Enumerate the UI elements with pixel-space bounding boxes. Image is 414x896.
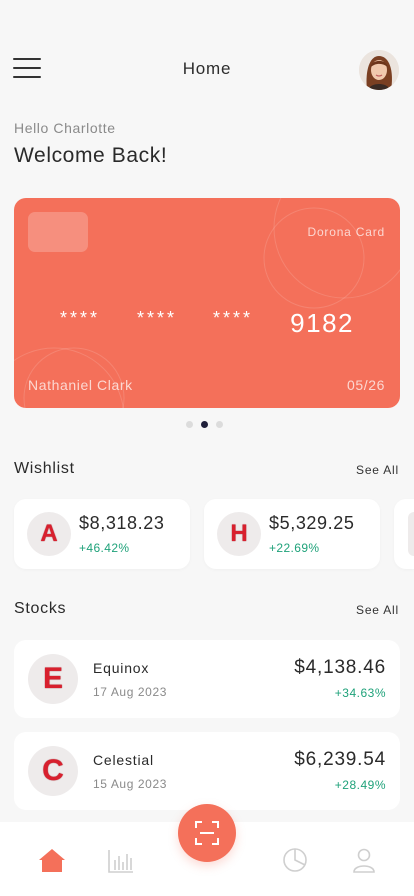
wishlist-see-all-link[interactable]: See All [356,463,399,477]
card-number-group: **** [60,308,101,328]
stock-change: +34.63% [334,686,386,700]
company-logo: C [28,746,78,796]
card-expiry: 05/26 [346,377,385,393]
carousel-dot-active[interactable] [201,421,208,428]
scan-icon [195,821,219,845]
bar-chart-icon[interactable] [107,846,135,874]
card-last-digits: 9182 [290,308,354,338]
wishlist-item[interactable]: H $5,329.25 +22.69% [204,499,380,569]
stock-name: Equinox [93,660,150,676]
stock-date: 17 Aug 2023 [93,685,168,699]
wishlist-price: $5,329.25 [269,513,355,533]
stock-row[interactable]: E Equinox 17 Aug 2023 $4,138.46 +34.63% [14,640,400,718]
wishlist-item-partial[interactable] [394,499,414,569]
top-bar: Home [0,46,414,92]
card-number-group: **** [137,308,178,328]
pie-chart-icon[interactable] [281,846,309,874]
stocks-see-all-link[interactable]: See All [356,603,399,617]
wishlist-change: +22.69% [269,541,320,555]
bank-card[interactable]: Dorona Card **** **** **** 9182 Nathanie… [14,198,400,408]
card-brand: Dorona Card [307,225,385,239]
stock-name: Celestial [93,752,154,768]
company-logo: A [27,512,71,556]
company-logo: H [217,512,261,556]
stock-date: 15 Aug 2023 [93,777,168,791]
stocks-title: Stocks [14,600,67,617]
carousel-dot[interactable] [186,421,193,428]
avatar[interactable] [359,50,399,90]
card-chip [28,212,88,252]
card-carousel-dots [186,421,223,428]
greeting-hello: Hello Charlotte [14,120,116,136]
home-icon[interactable] [38,846,66,874]
carousel-dot[interactable] [216,421,223,428]
wishlist-price: $8,318.23 [79,513,165,533]
wishlist-item[interactable]: A $8,318.23 +46.42% [14,499,190,569]
stock-change: +28.49% [334,778,386,792]
stock-row[interactable]: C Celestial 15 Aug 2023 $6,239.54 +28.49… [14,732,400,810]
page-title: Home [182,59,232,78]
card-number-group: **** [213,308,254,328]
greeting-welcome: Welcome Back! [14,144,168,167]
profile-icon[interactable] [350,846,378,874]
scan-button[interactable] [178,804,236,862]
card-holder-name: Nathaniel Clark [28,377,133,393]
company-logo-partial [408,512,414,556]
stock-price: $4,138.46 [294,657,386,678]
company-logo: E [28,654,78,704]
wishlist-change: +46.42% [79,541,130,555]
wishlist-title: Wishlist [14,460,75,477]
stock-price: $6,239.54 [294,749,386,770]
